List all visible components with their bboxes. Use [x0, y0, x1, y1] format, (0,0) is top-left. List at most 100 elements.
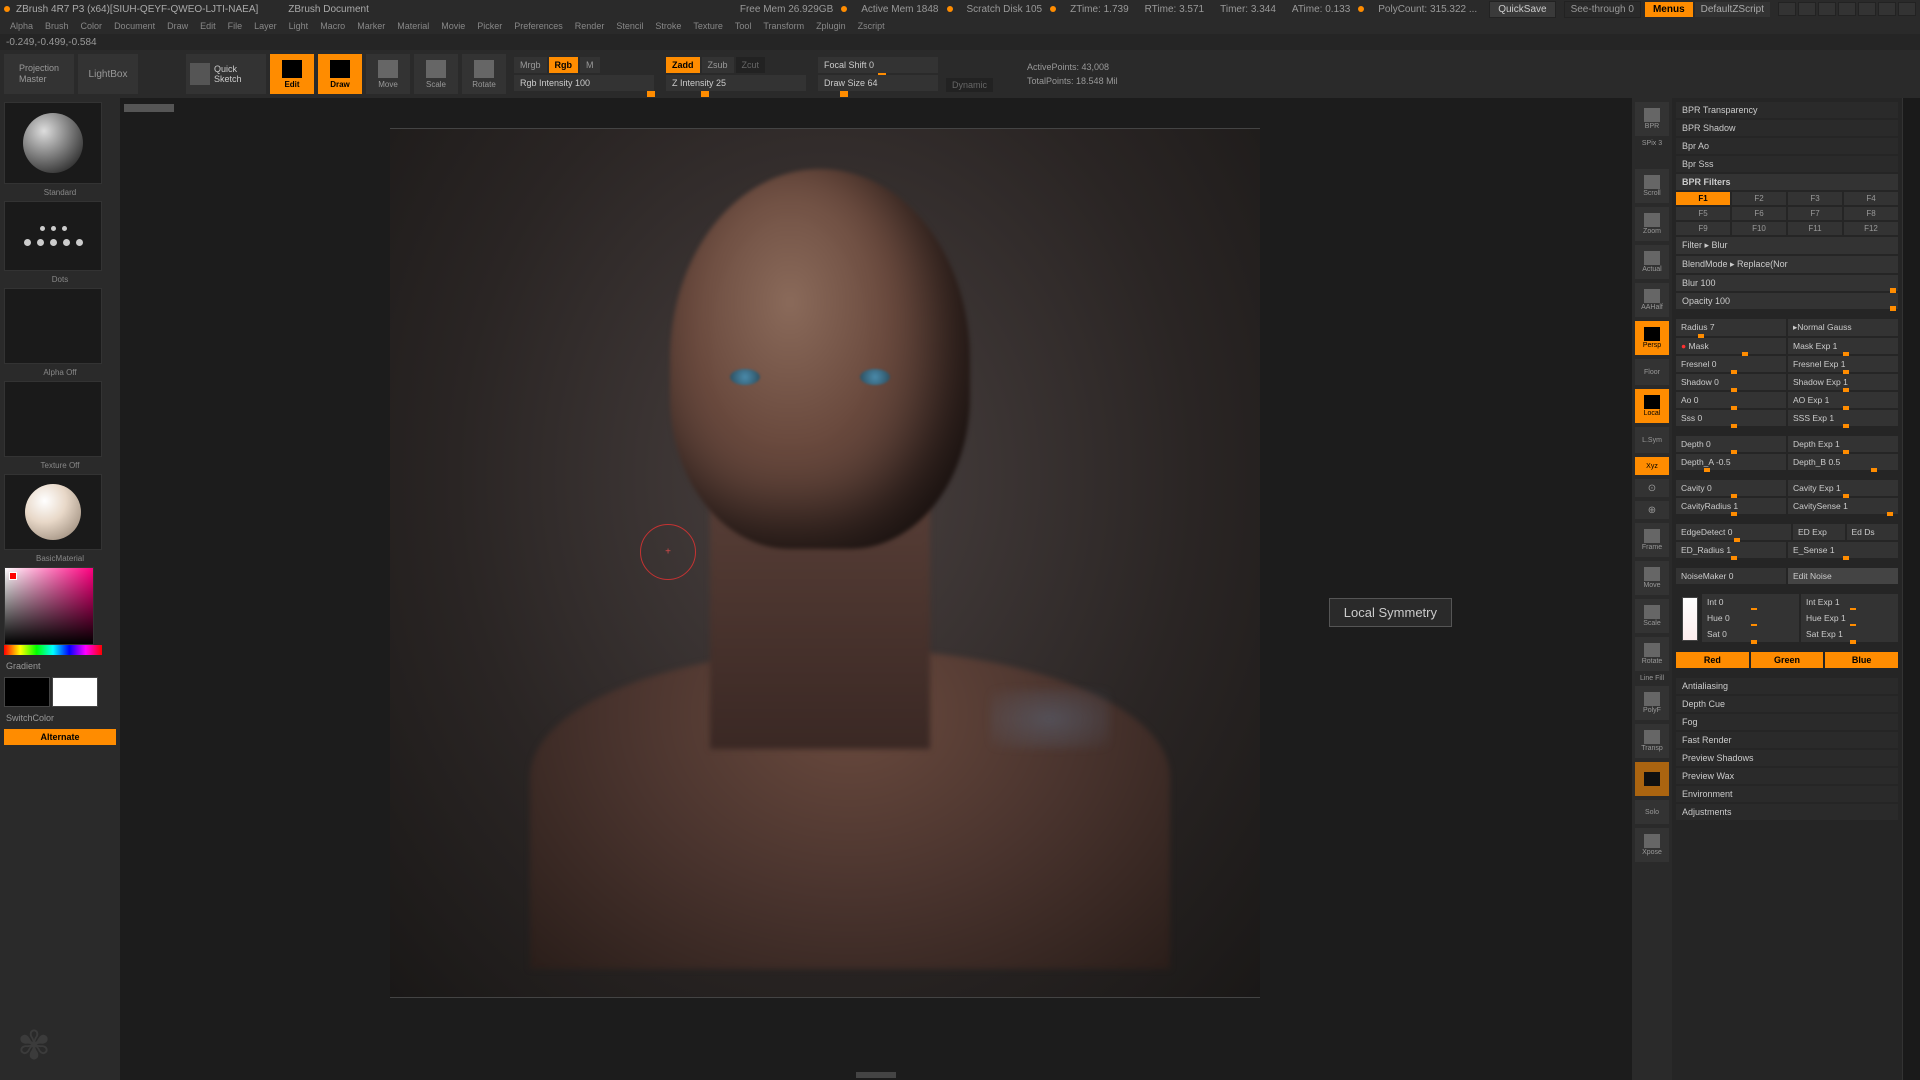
menu-zplugin[interactable]: Zplugin	[816, 21, 846, 31]
filter-f8-button[interactable]: F8	[1844, 207, 1898, 220]
blendmode-select[interactable]: BlendMode ▸ Replace(Nor	[1676, 256, 1898, 273]
shadow-slider[interactable]: Shadow 0	[1676, 374, 1786, 390]
depth-b-slider[interactable]: Depth_B 0.5	[1788, 454, 1898, 470]
menu-light[interactable]: Light	[289, 21, 309, 31]
int-exp-slider[interactable]: Int Exp 1	[1801, 594, 1898, 610]
radius-mode-select[interactable]: ▸Normal Gauss	[1788, 319, 1898, 336]
ed-exp-slider[interactable]: ED Exp	[1793, 524, 1845, 540]
transp-button[interactable]: Transp	[1635, 724, 1669, 758]
window-button[interactable]	[1818, 2, 1836, 16]
filter-f12-button[interactable]: F12	[1844, 222, 1898, 235]
menu-layer[interactable]: Layer	[254, 21, 277, 31]
draw-button[interactable]: Draw	[318, 54, 362, 94]
radius-slider[interactable]: Radius 7	[1676, 319, 1786, 336]
fresnel-slider[interactable]: Fresnel 0	[1676, 356, 1786, 372]
persp-button[interactable]: Persp	[1635, 321, 1669, 355]
mask-exp-slider[interactable]: Mask Exp 1	[1788, 338, 1898, 354]
hue-slider[interactable]	[4, 645, 102, 655]
filter-f1-button[interactable]: F1	[1676, 192, 1730, 205]
bpr-sss-section[interactable]: Bpr Sss	[1676, 156, 1898, 172]
ghost-button[interactable]	[1635, 762, 1669, 796]
z-intensity-slider[interactable]: Z Intensity 25	[666, 75, 806, 91]
menu-marker[interactable]: Marker	[357, 21, 385, 31]
tray-handle[interactable]	[1902, 98, 1920, 1080]
depth-cue-section[interactable]: Depth Cue	[1676, 696, 1898, 712]
bpr-ao-section[interactable]: Bpr Ao	[1676, 138, 1898, 154]
actual-button[interactable]: Actual	[1635, 245, 1669, 279]
zcut-button[interactable]: Zcut	[736, 57, 766, 73]
stroke-selector[interactable]	[4, 201, 102, 271]
alternate-button[interactable]: Alternate	[4, 729, 116, 745]
sss-slider[interactable]: Sss 0	[1676, 410, 1786, 426]
switchcolor-button[interactable]: SwitchColor	[4, 711, 116, 725]
scale-view-button[interactable]: Scale	[1635, 599, 1669, 633]
menu-render[interactable]: Render	[575, 21, 605, 31]
bpr-button[interactable]: BPR	[1635, 102, 1669, 136]
move-view-button[interactable]: Move	[1635, 561, 1669, 595]
polyf-button[interactable]: PolyF	[1635, 686, 1669, 720]
texture-selector[interactable]	[4, 381, 102, 457]
menu-draw[interactable]: Draw	[167, 21, 188, 31]
noisemaker-slider[interactable]: NoiseMaker 0	[1676, 568, 1786, 584]
aahalf-button[interactable]: AAHalf	[1635, 283, 1669, 317]
projection-master-button[interactable]: ProjectionMaster	[4, 54, 74, 94]
gradient-label[interactable]: Gradient	[4, 659, 116, 673]
sss-exp-slider[interactable]: SSS Exp 1	[1788, 410, 1898, 426]
opacity-slider[interactable]: Opacity 100	[1676, 293, 1898, 309]
secondary-color-swatch[interactable]	[4, 677, 50, 707]
focal-shift-slider[interactable]: Focal Shift 0	[818, 57, 938, 73]
xyz-button[interactable]: Xyz	[1635, 457, 1669, 475]
ed-radius-slider[interactable]: ED_Radius 1	[1676, 542, 1786, 558]
zsub-button[interactable]: Zsub	[702, 57, 734, 73]
viewport[interactable]	[390, 128, 1260, 998]
filter-f11-button[interactable]: F11	[1788, 222, 1842, 235]
cavity-radius-slider[interactable]: CavityRadius 1	[1676, 498, 1786, 514]
color-preview[interactable]	[1682, 597, 1698, 641]
fast-render-section[interactable]: Fast Render	[1676, 732, 1898, 748]
menu-file[interactable]: File	[228, 21, 243, 31]
color-picker[interactable]	[4, 567, 94, 645]
defaultscript-button[interactable]: DefaultZScript	[1695, 2, 1770, 17]
environment-section[interactable]: Environment	[1676, 786, 1898, 802]
quick-sketch-button[interactable]: Quick Sketch	[186, 54, 266, 94]
floor-button[interactable]: Floor	[1635, 359, 1669, 385]
menu-document[interactable]: Document	[114, 21, 155, 31]
menu-brush[interactable]: Brush	[45, 21, 69, 31]
menu-color[interactable]: Color	[81, 21, 103, 31]
local-button[interactable]: Local	[1635, 389, 1669, 423]
fresnel-exp-slider[interactable]: Fresnel Exp 1	[1788, 356, 1898, 372]
cavity-slider[interactable]: Cavity 0	[1676, 480, 1786, 496]
bpr-transparency-section[interactable]: BPR Transparency	[1676, 102, 1898, 118]
alpha-selector[interactable]	[4, 288, 102, 364]
menu-zscript[interactable]: Zscript	[858, 21, 885, 31]
sat-exp-slider[interactable]: Sat Exp 1	[1801, 626, 1898, 642]
window-button[interactable]	[1838, 2, 1856, 16]
cavity-sense-slider[interactable]: CavitySense 1	[1788, 498, 1898, 514]
menu-transform[interactable]: Transform	[763, 21, 804, 31]
ed-ds-button[interactable]: Ed Ds	[1847, 524, 1899, 540]
menu-picker[interactable]: Picker	[477, 21, 502, 31]
hue-slider[interactable]: Hue 0	[1702, 610, 1799, 626]
scale-button[interactable]: Scale	[414, 54, 458, 94]
ao-exp-slider[interactable]: AO Exp 1	[1788, 392, 1898, 408]
menu-tool[interactable]: Tool	[735, 21, 752, 31]
maximize-button[interactable]	[1878, 2, 1896, 16]
blur-slider[interactable]: Blur 100	[1676, 275, 1898, 291]
preview-shadows-section[interactable]: Preview Shadows	[1676, 750, 1898, 766]
int-slider[interactable]: Int 0	[1702, 594, 1799, 610]
quicksave-button[interactable]: QuickSave	[1489, 1, 1555, 18]
ao-slider[interactable]: Ao 0	[1676, 392, 1786, 408]
sat-slider[interactable]: Sat 0	[1702, 626, 1799, 642]
menu-preferences[interactable]: Preferences	[514, 21, 563, 31]
zadd-button[interactable]: Zadd	[666, 57, 700, 73]
lsym-button[interactable]: L.Sym	[1635, 427, 1669, 453]
fog-section[interactable]: Fog	[1676, 714, 1898, 730]
window-button[interactable]	[1778, 2, 1796, 16]
solo-button[interactable]: Solo	[1635, 800, 1669, 824]
filter-f9-button[interactable]: F9	[1676, 222, 1730, 235]
green-toggle[interactable]: Green	[1751, 652, 1824, 668]
menu-macro[interactable]: Macro	[320, 21, 345, 31]
primary-color-swatch[interactable]	[52, 677, 98, 707]
blue-toggle[interactable]: Blue	[1825, 652, 1898, 668]
edit-button[interactable]: Edit	[270, 54, 314, 94]
